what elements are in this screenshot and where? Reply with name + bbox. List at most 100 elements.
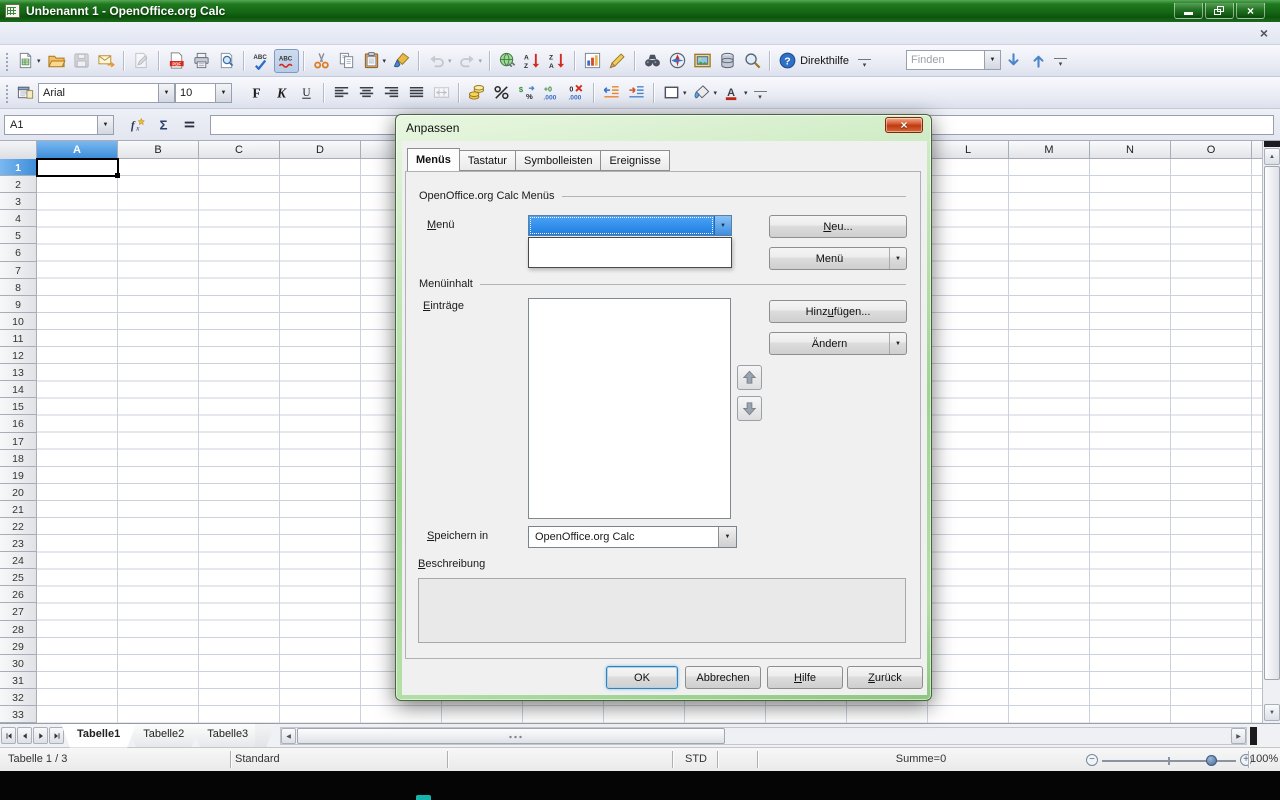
row-header-2[interactable]: 2 — [0, 176, 37, 193]
menu-select-dropdown-list[interactable] — [528, 237, 732, 268]
row-header-23[interactable]: 23 — [0, 535, 37, 552]
previous-sheet-button[interactable] — [17, 727, 32, 744]
restore-button[interactable] — [1205, 3, 1234, 19]
scroll-down-button[interactable]: ▼ — [1264, 704, 1280, 721]
neu-button[interactable]: Neu... — [769, 215, 907, 238]
sheet-tab-tabelle1[interactable]: Tabelle1 — [61, 724, 136, 748]
number-standard-button[interactable]: $% — [514, 81, 539, 105]
increase-indent-button[interactable] — [624, 81, 649, 105]
auto-spellcheck-button[interactable]: ABC — [274, 49, 299, 73]
save-in-select[interactable]: OpenOffice.org Calc ▼ — [528, 526, 737, 548]
row-header-8[interactable]: 8 — [0, 279, 37, 296]
align-center-button[interactable] — [354, 81, 379, 105]
bold-button[interactable]: F — [244, 81, 269, 105]
paste-button[interactable]: ▾ — [359, 49, 390, 73]
last-sheet-button[interactable] — [49, 727, 64, 744]
tab-tastatur[interactable]: Tastatur — [460, 150, 516, 171]
scroll-up-button[interactable]: ▲ — [1264, 148, 1280, 165]
sort-descending-button[interactable]: ZA — [545, 49, 570, 73]
align-left-button[interactable] — [329, 81, 354, 105]
row-header-25[interactable]: 25 — [0, 569, 37, 586]
page-style-status[interactable]: Standard — [235, 753, 280, 765]
name-box-dropdown[interactable]: ▼ — [97, 116, 113, 134]
horizontal-split-handle[interactable] — [1250, 727, 1257, 745]
column-header-c[interactable]: C — [199, 141, 280, 158]
vertical-scrollbar-thumb[interactable] — [1264, 166, 1280, 680]
fill-handle[interactable] — [115, 173, 120, 178]
row-header-6[interactable]: 6 — [0, 244, 37, 261]
row-header-3[interactable]: 3 — [0, 193, 37, 210]
column-header-b[interactable]: B — [118, 141, 199, 158]
row-header-9[interactable]: 9 — [0, 296, 37, 313]
column-header-a[interactable]: A — [37, 141, 118, 158]
cell-reference[interactable]: A1 — [5, 116, 97, 134]
chevron-down-icon[interactable]: ▼ — [158, 84, 174, 102]
row-header-31[interactable]: 31 — [0, 672, 37, 689]
row-header-28[interactable]: 28 — [0, 621, 37, 638]
hilfe-button[interactable]: Hilfe — [767, 666, 843, 689]
select-all-corner[interactable] — [0, 141, 37, 159]
toolbar-grip[interactable] — [3, 83, 10, 103]
close-window-button[interactable]: × — [1236, 3, 1265, 19]
find-up-button[interactable] — [1026, 48, 1051, 72]
minimize-button[interactable] — [1174, 3, 1203, 19]
zoom-out-button[interactable]: − — [1086, 754, 1098, 766]
scroll-left-button[interactable]: ◀ — [281, 728, 296, 744]
export-pdf-button[interactable]: PDF — [164, 49, 189, 73]
help-button[interactable]: ?Direkthilfe — [775, 49, 855, 73]
align-right-button[interactable] — [379, 81, 404, 105]
row-header-20[interactable]: 20 — [0, 484, 37, 501]
row-header-15[interactable]: 15 — [0, 398, 37, 415]
entries-listbox[interactable] — [528, 298, 731, 519]
row-header-21[interactable]: 21 — [0, 501, 37, 518]
function-wizard-button[interactable]: fx — [125, 114, 149, 135]
tab-menus[interactable]: Menüs — [407, 148, 460, 171]
hyperlink-button[interactable] — [495, 49, 520, 73]
page-preview-button[interactable] — [214, 49, 239, 73]
row-header-26[interactable]: 26 — [0, 586, 37, 603]
row-header-32[interactable]: 32 — [0, 689, 37, 706]
data-sources-button[interactable] — [715, 49, 740, 73]
scroll-right-button[interactable]: ▶ — [1231, 728, 1246, 744]
copy-button[interactable] — [334, 49, 359, 73]
name-box[interactable]: A1 ▼ — [4, 115, 114, 135]
insert-chart-button[interactable] — [580, 49, 605, 73]
font-name-select-value[interactable]: Arial — [39, 84, 158, 102]
font-size-select[interactable]: 10▼ — [175, 83, 232, 103]
next-sheet-button[interactable] — [33, 727, 48, 744]
toolbar-overflow-button[interactable]: ▾ — [858, 59, 871, 69]
chevron-down-icon[interactable]: ▼ — [215, 84, 231, 102]
dialog-close-button[interactable]: × — [885, 117, 923, 133]
selection-mode-status[interactable]: STD — [676, 753, 716, 765]
font-color-button[interactable]: A▾ — [720, 81, 751, 105]
new-document-button[interactable]: ▾ — [13, 49, 44, 73]
sort-ascending-button[interactable]: AZ — [520, 49, 545, 73]
row-header-22[interactable]: 22 — [0, 518, 37, 535]
row-header-10[interactable]: 10 — [0, 313, 37, 330]
sheet-tab-tabelle2[interactable]: Tabelle2 — [127, 724, 200, 748]
gallery-button[interactable] — [690, 49, 715, 73]
zurueck-button[interactable]: Zurück — [847, 666, 923, 689]
row-header-5[interactable]: 5 — [0, 227, 37, 244]
row-header-19[interactable]: 19 — [0, 467, 37, 484]
open-button[interactable] — [44, 49, 69, 73]
find-input-value[interactable]: Finden — [907, 51, 984, 69]
row-header-18[interactable]: 18 — [0, 450, 37, 467]
add-decimal-button[interactable]: +0.000 — [539, 81, 564, 105]
find-replace-button[interactable] — [640, 49, 665, 73]
find-down-button[interactable] — [1001, 48, 1026, 72]
sum-button[interactable]: Σ — [151, 114, 175, 135]
menu-select-value[interactable] — [529, 216, 714, 235]
print-button[interactable] — [189, 49, 214, 73]
ok-button[interactable]: OK — [606, 666, 678, 689]
tab-ereignisse[interactable]: Ereignisse — [601, 150, 669, 171]
row-header-24[interactable]: 24 — [0, 552, 37, 569]
toolbar-overflow-button[interactable]: ▾ — [1054, 58, 1067, 68]
row-header-30[interactable]: 30 — [0, 655, 37, 672]
sheet-tab-tabelle3[interactable]: Tabelle3 — [191, 724, 264, 748]
equals-button[interactable] — [177, 114, 201, 135]
background-color-button[interactable]: ▾ — [690, 81, 721, 105]
move-down-button[interactable] — [737, 396, 762, 421]
cut-button[interactable] — [309, 49, 334, 73]
percent-button[interactable] — [489, 81, 514, 105]
